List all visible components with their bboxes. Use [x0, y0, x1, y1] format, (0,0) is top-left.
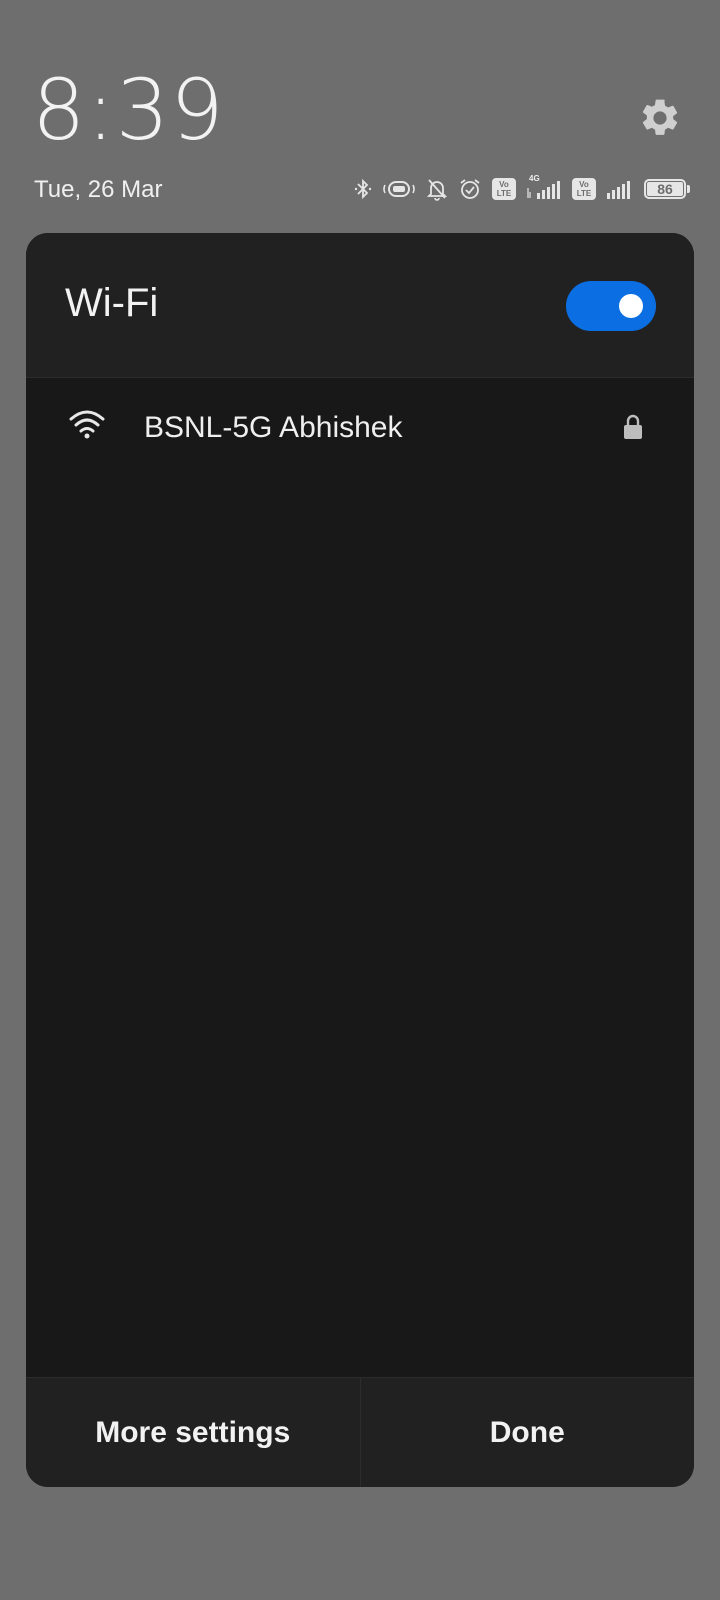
lock-icon: [622, 414, 644, 445]
screen: 8:39 Tue, 26 Mar Vo LTE 4G Vo LTE 86 Wi-…: [0, 0, 720, 1600]
vibrate-icon: [382, 178, 416, 200]
settings-gear-icon[interactable]: [638, 96, 682, 140]
toggle-knob: [619, 294, 643, 318]
battery-icon: 86: [644, 179, 690, 199]
wifi-signal-icon: [68, 408, 106, 445]
volte-icon: Vo LTE: [572, 178, 596, 200]
panel-title: Wi-Fi: [65, 281, 159, 325]
volte-bottom-label: LTE: [576, 189, 592, 198]
volte-top-label: Vo: [579, 180, 589, 189]
clock-time: 8:39: [32, 61, 225, 159]
date-label: Tue, 26 Mar: [34, 176, 163, 203]
more-settings-button[interactable]: More settings: [26, 1378, 360, 1487]
panel-footer: More settings Done: [26, 1377, 694, 1487]
volte-top-label: Vo: [499, 180, 509, 189]
volte-bottom-label: LTE: [496, 189, 512, 198]
done-button[interactable]: Done: [361, 1378, 695, 1487]
network-type-label: 4G: [529, 174, 540, 183]
bell-off-icon: [426, 177, 448, 201]
signal-icon: 4G: [526, 174, 562, 200]
status-bar: Vo LTE 4G Vo LTE 86: [354, 174, 690, 202]
network-list-item[interactable]: BSNL-5G Abhishek: [26, 378, 694, 476]
wifi-panel-header: Wi-Fi: [26, 233, 694, 378]
volte-icon: Vo LTE: [492, 178, 516, 200]
wifi-panel: Wi-Fi BSNL-5G Abhishek More settings Don…: [26, 233, 694, 1487]
bluetooth-icon: [354, 178, 372, 200]
alarm-icon: [458, 177, 482, 201]
signal-icon: [606, 178, 634, 200]
battery-level: 86: [647, 182, 683, 196]
wifi-toggle[interactable]: [566, 281, 656, 331]
network-name: BSNL-5G Abhishek: [144, 411, 403, 444]
